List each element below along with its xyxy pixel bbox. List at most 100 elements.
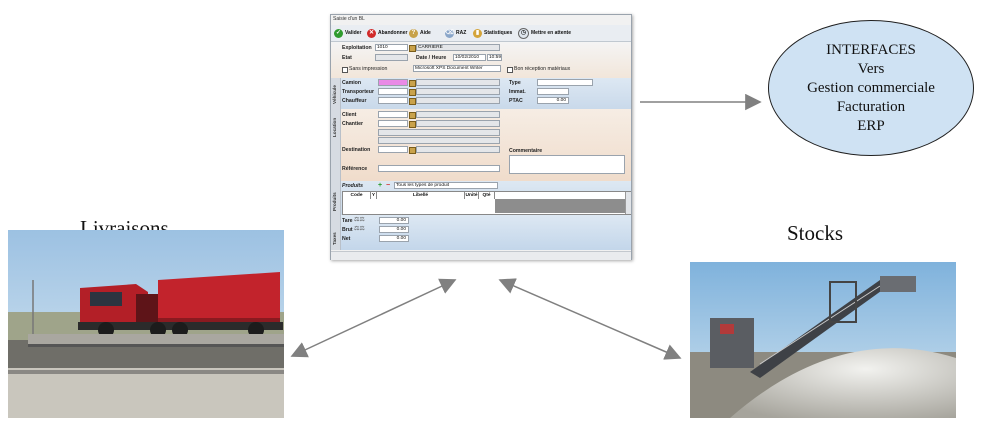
chauffeur-name-field <box>416 97 500 104</box>
printer-select[interactable]: Microsoft XPS Document Writer <box>413 65 501 72</box>
chauffeur-label: Chauffeur <box>342 98 367 104</box>
exploitation-code-field[interactable]: 1010 <box>375 44 408 51</box>
scale-icon[interactable]: ⚖⚖ <box>354 216 365 223</box>
produits-label: Produits <box>342 183 364 189</box>
tare-label: Tare <box>342 218 353 224</box>
validate-button-label: Valider <box>345 30 362 36</box>
exploitation-label: Exploitation <box>342 45 372 51</box>
statistics-button-label: Statistiques <box>484 30 513 36</box>
put-on-hold-button[interactable]: ◷ Mettre en attente <box>518 27 571 39</box>
products-table: Code Y Libellé Unité Qté <box>342 191 631 215</box>
vehicle-side-label: Véhicule <box>332 85 337 104</box>
date-label: Date / Heure <box>416 55 447 61</box>
abandon-button[interactable]: ✕ Abandonner <box>367 27 407 39</box>
reference-field[interactable] <box>378 165 500 172</box>
lookup-icon[interactable] <box>409 112 416 119</box>
scale-icon[interactable]: ⚖⚖ <box>354 225 365 232</box>
chantier-address-line <box>378 129 500 136</box>
sans-impression-label: Sans impression <box>349 66 388 72</box>
chantier-field[interactable] <box>378 120 408 127</box>
sans-impression-checkbox[interactable] <box>342 67 348 73</box>
arrow-to-deliveries <box>290 278 457 358</box>
arrow-to-stocks <box>498 278 682 360</box>
check-icon: ✓ <box>334 28 343 38</box>
commentaire-label: Commentaire <box>509 148 543 154</box>
weights-side-label: Taxes <box>332 232 337 245</box>
product-type-filter[interactable]: Tous les types de produit <box>394 182 498 189</box>
remove-product-icon[interactable]: − <box>386 182 390 189</box>
column-header[interactable]: Libellé <box>377 192 465 199</box>
add-product-icon[interactable]: + <box>378 182 382 189</box>
window-title: Saisie d'un BL <box>333 16 365 22</box>
help-icon: ? <box>409 28 418 38</box>
client-field[interactable] <box>378 111 408 118</box>
location-side-label: Location <box>332 117 337 137</box>
put-on-hold-button-label: Mettre en attente <box>531 30 572 36</box>
net-field: 0.00 <box>379 235 409 242</box>
date-field[interactable]: 10/02/2010 <box>453 54 486 61</box>
interfaces-line: ERP <box>857 117 885 134</box>
lookup-icon[interactable] <box>409 121 416 128</box>
cancel-icon: ✕ <box>367 28 376 38</box>
destination-label: Destination <box>342 147 371 153</box>
type-select[interactable] <box>537 79 593 86</box>
tare-field[interactable]: 0.00 <box>379 217 409 224</box>
column-header[interactable]: Code <box>343 192 371 199</box>
destination-field[interactable] <box>378 146 408 153</box>
brut-label: Brut <box>342 227 353 233</box>
column-header[interactable]: Qté <box>479 192 495 199</box>
chantier-address-line <box>378 137 500 144</box>
reference-label: Référence <box>342 166 368 172</box>
table-row <box>495 199 625 213</box>
stockpile-photo <box>690 262 956 418</box>
lookup-icon[interactable] <box>409 89 416 96</box>
transporteur-field[interactable] <box>378 88 408 95</box>
camion-name-field <box>416 79 500 86</box>
chantier-label: Chantier <box>342 121 364 127</box>
chauffeur-field[interactable] <box>378 97 408 104</box>
interfaces-line: Facturation <box>836 98 906 115</box>
validate-button[interactable]: ✓ Valider <box>334 27 361 39</box>
column-header[interactable]: Unité <box>465 192 479 199</box>
exploitation-name-field: CARRIERE <box>416 44 500 51</box>
ptac-label: PTAC <box>509 98 523 104</box>
lookup-icon[interactable] <box>409 147 416 154</box>
location-section: Location Client Chantier Destination Réf… <box>331 109 631 181</box>
vehicle-section: Véhicule Camion Transporteur Chauffeur T… <box>331 78 631 109</box>
products-side-label: Produits <box>332 192 337 211</box>
brut-field[interactable]: 0.00 <box>379 226 409 233</box>
stats-icon: ▮ <box>473 28 482 38</box>
immat-field[interactable] <box>537 88 569 95</box>
table-scrollbar[interactable] <box>625 192 631 214</box>
statistics-button[interactable]: ▮ Statistiques <box>473 27 512 39</box>
bon-reception-checkbox[interactable] <box>507 67 513 73</box>
truck-photo <box>8 230 284 418</box>
net-label: Net <box>342 236 351 242</box>
client-name-field <box>416 111 500 118</box>
client-label: Client <box>342 112 357 118</box>
eraser-icon: ⌫ <box>445 28 454 38</box>
lookup-icon[interactable] <box>409 98 416 105</box>
bon-reception-label: Bon réception matériaux <box>514 66 571 72</box>
lookup-icon[interactable] <box>409 45 416 52</box>
help-button[interactable]: ? Aide <box>409 27 431 39</box>
transporteur-label: Transporteur <box>342 89 374 95</box>
camion-label: Camion <box>342 80 362 86</box>
chantier-name-field <box>416 120 500 127</box>
camion-field[interactable] <box>378 79 408 86</box>
time-field[interactable]: 10:59 <box>487 54 502 61</box>
commentaire-field[interactable] <box>509 155 625 174</box>
reset-button[interactable]: ⌫ RAZ <box>445 27 466 39</box>
toolbar: ✓ Valider ✕ Abandonner ? Aide ⌫ RAZ ▮ St… <box>331 25 631 42</box>
interfaces-bubble: INTERFACES Vers Gestion commerciale Fact… <box>768 20 974 156</box>
immat-label: Immat. <box>509 89 526 95</box>
type-label: Type <box>509 80 521 86</box>
abandon-button-label: Abandonner <box>378 30 408 36</box>
ptac-field[interactable]: 0.00 <box>537 97 569 104</box>
reset-button-label: RAZ <box>456 30 467 36</box>
etat-field <box>375 54 408 61</box>
help-button-label: Aide <box>420 30 431 36</box>
lookup-icon[interactable] <box>409 80 416 87</box>
stocks-label: Stocks <box>787 221 844 245</box>
interfaces-line: Vers <box>857 60 885 77</box>
